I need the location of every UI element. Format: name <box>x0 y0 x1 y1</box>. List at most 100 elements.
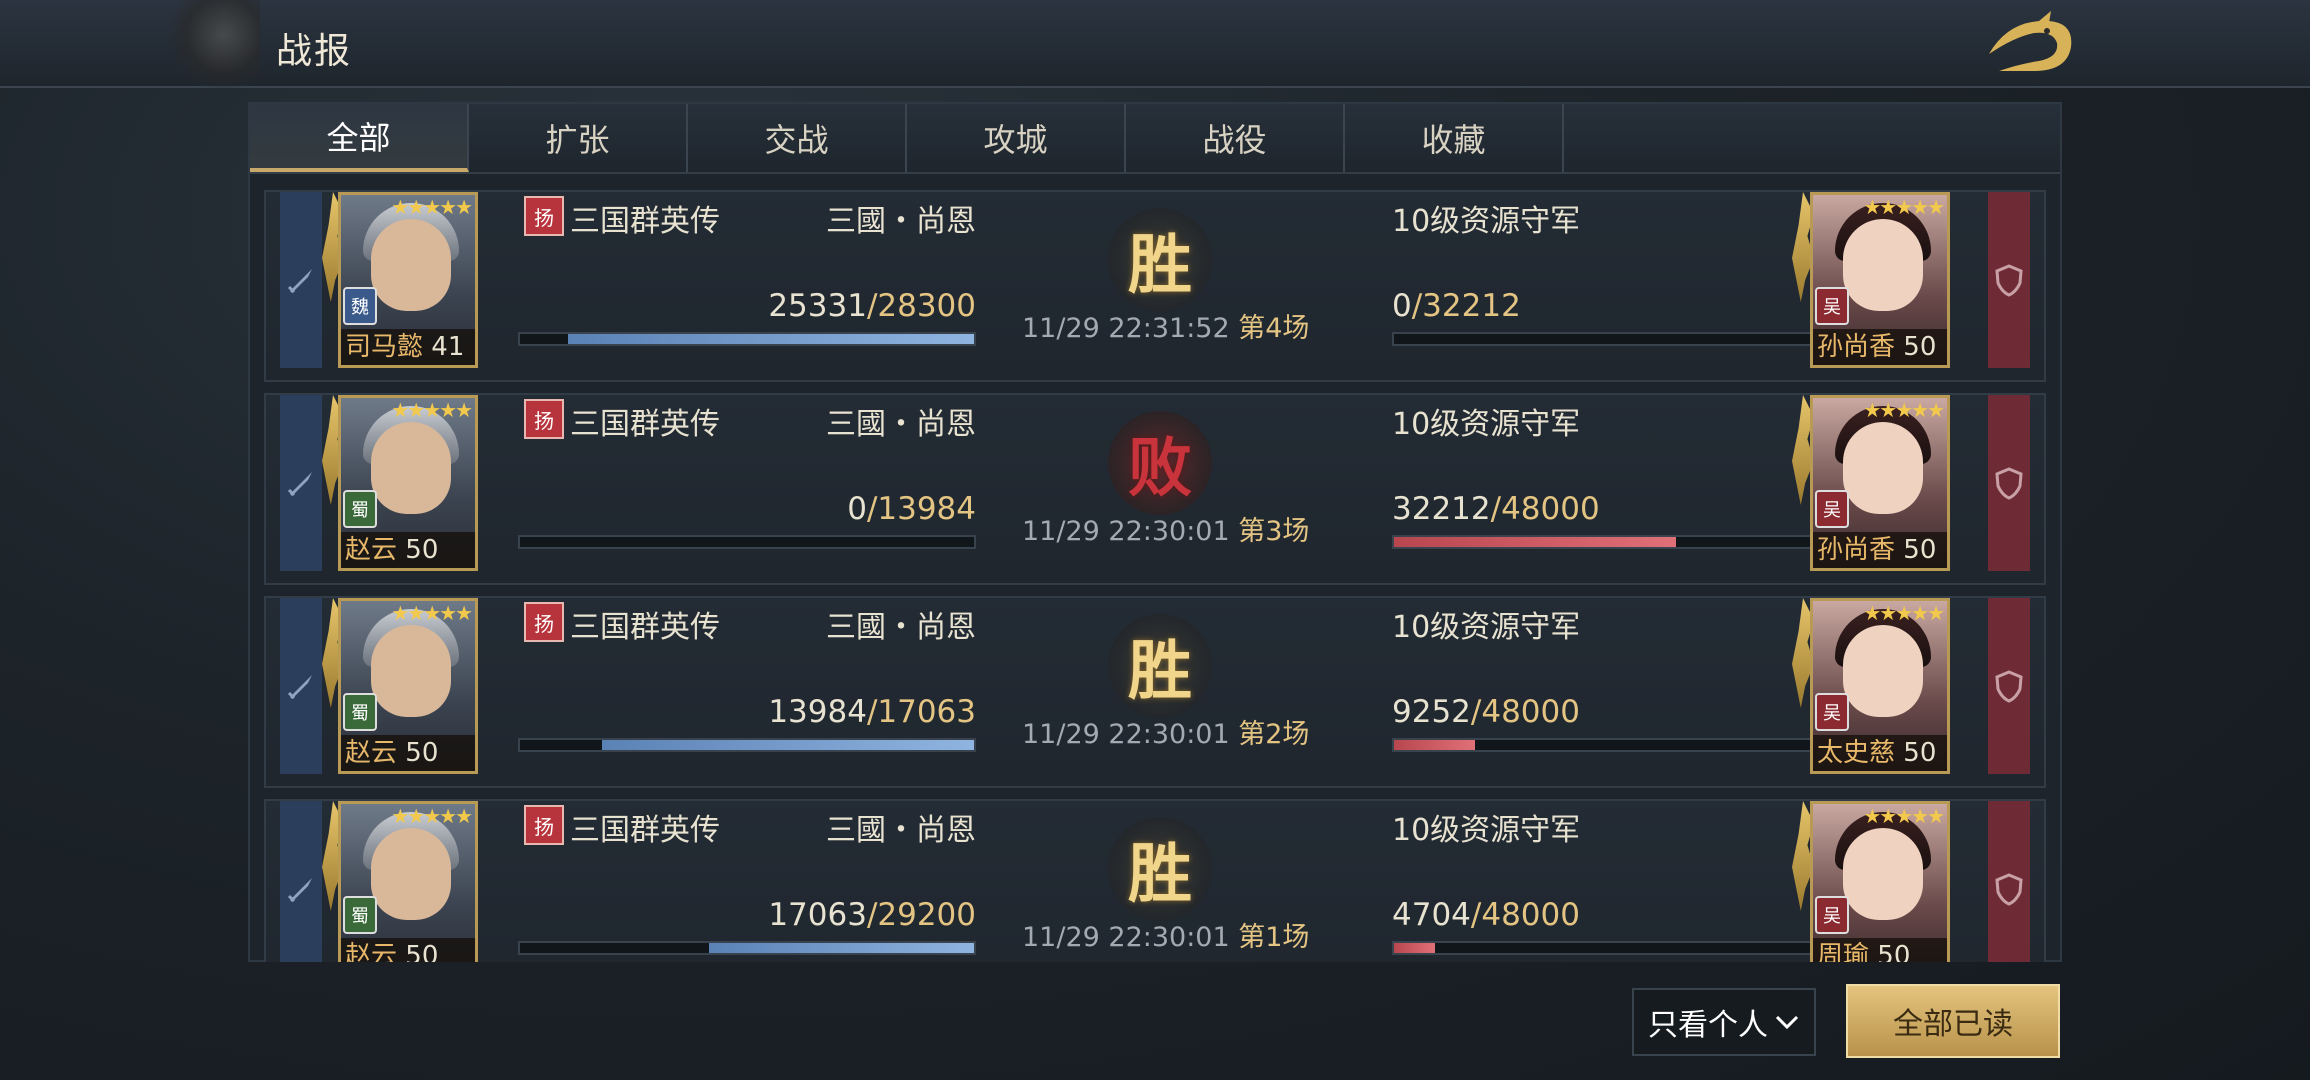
star-rating: ★★★★★ <box>1863 195 1945 219</box>
report-row[interactable]: ★★★★★ 魏 司马懿 41 扬 三国群英传 三國・尚恩 25331/28300… <box>264 190 2046 382</box>
defender-troop-bar <box>1392 738 1816 752</box>
attacker-troop-fill <box>602 740 974 750</box>
hero-face-icon <box>1843 422 1923 514</box>
battle-number: 第2场 <box>1238 719 1310 750</box>
guild-tag: 扬 <box>524 805 564 845</box>
defender-troop-fill <box>1394 943 1435 953</box>
filter-label: 只看个人 <box>1648 1008 1768 1043</box>
defender-troop-bar <box>1392 332 1816 346</box>
tab-battle[interactable]: 交战 <box>688 104 907 172</box>
attacker-troops: 0/13984 <box>766 491 976 527</box>
battle-number: 第1场 <box>1238 922 1310 953</box>
guild-name: 三国群英传 <box>570 204 720 239</box>
faction-badge: 吴 <box>1815 896 1849 934</box>
guild-tag: 扬 <box>524 602 564 642</box>
attacker-troop-bar <box>518 941 976 955</box>
attacker-portrait[interactable]: ★★★★★ 魏 司马懿 41 <box>338 192 478 368</box>
page-title: 战报 <box>276 31 353 72</box>
read-all-button[interactable]: 全部已读 <box>1846 984 2060 1058</box>
player-name: 三國・尚恩 <box>826 407 976 442</box>
attacker-troops-max: /28300 <box>866 288 976 324</box>
enemy-name: 10级资源守军 <box>1392 610 1581 645</box>
sword-icon <box>287 878 312 903</box>
enemy-name: 10级资源守军 <box>1392 813 1581 848</box>
defender-troop-fill <box>1394 740 1475 750</box>
shield-icon <box>1995 670 2023 703</box>
attacker-troop-bar <box>518 332 976 346</box>
attacker-level: 50 <box>405 941 439 962</box>
tab-expand[interactable]: 扩张 <box>469 104 688 172</box>
attacker-name: 赵云 <box>345 738 398 768</box>
defender-troops: 32212/48000 <box>1392 491 1600 527</box>
report-row[interactable]: ★★★★★ 蜀 赵云 50 扬 三国群英传 三國・尚恩 0/13984 败 11… <box>264 393 2046 585</box>
attacker-level: 41 <box>431 332 465 362</box>
attacker-troops: 13984/17063 <box>766 694 976 730</box>
hero-face-icon <box>1843 219 1923 311</box>
enemy-name: 10级资源守军 <box>1392 407 1581 442</box>
battle-timestamp: 11/29 22:30:01 <box>1022 922 1230 953</box>
sword-icon <box>287 472 312 497</box>
defender-nameplate: 太史慈 50 <box>1813 735 1947 771</box>
personal-only-filter[interactable]: 只看个人 <box>1632 988 1816 1056</box>
attacker-portrait[interactable]: ★★★★★ 蜀 赵云 50 <box>338 801 478 962</box>
report-tabs: 全部 扩张 交战 攻城 战役 收藏 <box>250 104 2060 174</box>
hero-face-icon <box>1843 625 1923 717</box>
tab-campaign[interactable]: 战役 <box>1126 104 1345 172</box>
defender-level: 50 <box>1903 332 1937 362</box>
star-rating: ★★★★★ <box>391 601 473 625</box>
attacker-nameplate: 赵云 50 <box>341 735 475 771</box>
top-bar: 战报 <box>0 0 2310 88</box>
tab-siege[interactable]: 攻城 <box>907 104 1126 172</box>
attacker-portrait[interactable]: ★★★★★ 蜀 赵云 50 <box>338 395 478 571</box>
star-rating: ★★★★★ <box>391 195 473 219</box>
attacker-troop-fill <box>568 334 974 344</box>
attack-strip <box>280 801 322 962</box>
guild-name: 三国群英传 <box>570 407 720 442</box>
attacker-troops-current: 13984 <box>768 694 867 730</box>
battle-time: 11/29 22:31:52 第4场 <box>1022 306 1309 345</box>
back-button[interactable] <box>1974 4 2084 84</box>
dragon-emblem-icon <box>170 0 260 88</box>
defender-troops-max: /48000 <box>1470 694 1580 730</box>
player-name: 三國・尚恩 <box>826 610 976 645</box>
attacker-troops-current: 17063 <box>768 897 867 933</box>
report-row[interactable]: ★★★★★ 蜀 赵云 50 扬 三国群英传 三國・尚恩 17063/29200 … <box>264 799 2046 962</box>
defender-troops-current: 32212 <box>1392 491 1491 527</box>
defender-troops-max: /48000 <box>1470 897 1580 933</box>
defense-strip <box>1988 801 2030 962</box>
hero-face-icon <box>371 422 451 514</box>
attacker-portrait[interactable]: ★★★★★ 蜀 赵云 50 <box>338 598 478 774</box>
defender-portrait[interactable]: ★★★★★ 吴 孙尚香 50 <box>1810 395 1950 571</box>
attacker-troops-current: 25331 <box>768 288 867 324</box>
faction-badge: 魏 <box>343 287 377 325</box>
report-row[interactable]: ★★★★★ 蜀 赵云 50 扬 三国群英传 三國・尚恩 13984/17063 … <box>264 596 2046 788</box>
defender-troop-bar <box>1392 535 1816 549</box>
star-rating: ★★★★★ <box>391 398 473 422</box>
attacker-troop-bar <box>518 738 976 752</box>
defender-troops-current: 4704 <box>1392 897 1471 933</box>
attacker-nameplate: 赵云 50 <box>341 532 475 568</box>
guild-name: 三国群英传 <box>570 610 720 645</box>
defender-troops: 0/32212 <box>1392 288 1521 324</box>
attacker-nameplate: 赵云 50 <box>341 938 475 962</box>
battle-report-panel: 全部 扩张 交战 攻城 战役 收藏 ★★★★★ 魏 司马懿 41 扬 三国群英传… <box>248 102 2062 962</box>
defender-portrait[interactable]: ★★★★★ 吴 太史慈 50 <box>1810 598 1950 774</box>
star-rating: ★★★★★ <box>391 804 473 828</box>
report-list[interactable]: ★★★★★ 魏 司马懿 41 扬 三国群英传 三國・尚恩 25331/28300… <box>264 190 2046 962</box>
defeat-emblem: 败 <box>1108 411 1212 515</box>
defender-troops: 4704/48000 <box>1392 897 1580 933</box>
shield-icon <box>1995 264 2023 297</box>
defender-portrait[interactable]: ★★★★★ 吴 孙尚香 50 <box>1810 192 1950 368</box>
attack-strip <box>280 598 322 774</box>
sword-icon <box>287 675 312 700</box>
player-name: 三國・尚恩 <box>826 813 976 848</box>
tab-favorites[interactable]: 收藏 <box>1345 104 1564 172</box>
defender-portrait[interactable]: ★★★★★ 吴 周瑜 50 <box>1810 801 1950 962</box>
defense-strip <box>1988 598 2030 774</box>
defender-troop-bar <box>1392 941 1816 955</box>
faction-badge: 吴 <box>1815 490 1849 528</box>
defender-nameplate: 周瑜 50 <box>1813 938 1947 962</box>
tab-all[interactable]: 全部 <box>250 104 469 172</box>
defense-strip <box>1988 192 2030 368</box>
attacker-troops-max: /13984 <box>866 491 976 527</box>
